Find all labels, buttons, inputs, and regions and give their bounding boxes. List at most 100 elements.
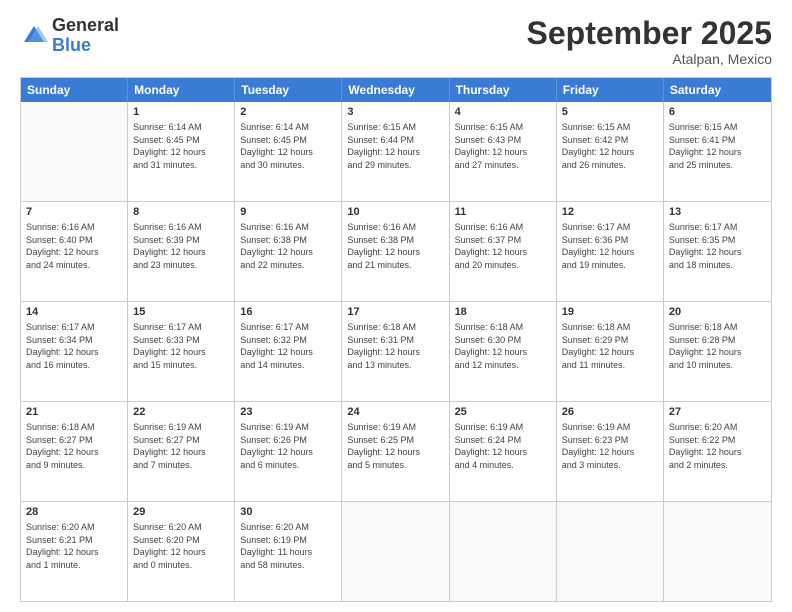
calendar-cell: 9Sunrise: 6:16 AM Sunset: 6:38 PM Daylig… xyxy=(235,202,342,301)
day-info: Sunrise: 6:19 AM Sunset: 6:23 PM Dayligh… xyxy=(562,421,658,471)
calendar-row-3: 21Sunrise: 6:18 AM Sunset: 6:27 PM Dayli… xyxy=(21,402,771,502)
calendar-cell xyxy=(342,502,449,601)
calendar-cell: 17Sunrise: 6:18 AM Sunset: 6:31 PM Dayli… xyxy=(342,302,449,401)
day-info: Sunrise: 6:18 AM Sunset: 6:27 PM Dayligh… xyxy=(26,421,122,471)
calendar-cell: 27Sunrise: 6:20 AM Sunset: 6:22 PM Dayli… xyxy=(664,402,771,501)
day-info: Sunrise: 6:20 AM Sunset: 6:20 PM Dayligh… xyxy=(133,521,229,571)
day-number: 11 xyxy=(455,205,551,220)
calendar: SundayMondayTuesdayWednesdayThursdayFrid… xyxy=(20,77,772,602)
calendar-cell: 18Sunrise: 6:18 AM Sunset: 6:30 PM Dayli… xyxy=(450,302,557,401)
day-number: 22 xyxy=(133,405,229,420)
calendar-cell xyxy=(664,502,771,601)
day-info: Sunrise: 6:18 AM Sunset: 6:29 PM Dayligh… xyxy=(562,321,658,371)
day-number: 12 xyxy=(562,205,658,220)
day-number: 15 xyxy=(133,305,229,320)
header-day-friday: Friday xyxy=(557,78,664,102)
logo-icon xyxy=(20,22,48,50)
logo-blue: Blue xyxy=(52,36,119,56)
logo: General Blue xyxy=(20,16,119,56)
day-number: 19 xyxy=(562,305,658,320)
header-day-monday: Monday xyxy=(128,78,235,102)
calendar-row-1: 7Sunrise: 6:16 AM Sunset: 6:40 PM Daylig… xyxy=(21,202,771,302)
day-number: 20 xyxy=(669,305,766,320)
calendar-cell: 13Sunrise: 6:17 AM Sunset: 6:35 PM Dayli… xyxy=(664,202,771,301)
day-number: 23 xyxy=(240,405,336,420)
day-number: 7 xyxy=(26,205,122,220)
day-info: Sunrise: 6:16 AM Sunset: 6:38 PM Dayligh… xyxy=(240,221,336,271)
day-number: 4 xyxy=(455,105,551,120)
day-info: Sunrise: 6:19 AM Sunset: 6:26 PM Dayligh… xyxy=(240,421,336,471)
day-info: Sunrise: 6:16 AM Sunset: 6:39 PM Dayligh… xyxy=(133,221,229,271)
calendar-cell: 15Sunrise: 6:17 AM Sunset: 6:33 PM Dayli… xyxy=(128,302,235,401)
day-number: 18 xyxy=(455,305,551,320)
title-block: September 2025 Atalpan, Mexico xyxy=(527,16,772,67)
calendar-header: SundayMondayTuesdayWednesdayThursdayFrid… xyxy=(21,78,771,102)
calendar-cell: 20Sunrise: 6:18 AM Sunset: 6:28 PM Dayli… xyxy=(664,302,771,401)
calendar-row-2: 14Sunrise: 6:17 AM Sunset: 6:34 PM Dayli… xyxy=(21,302,771,402)
calendar-row-4: 28Sunrise: 6:20 AM Sunset: 6:21 PM Dayli… xyxy=(21,502,771,601)
day-info: Sunrise: 6:17 AM Sunset: 6:33 PM Dayligh… xyxy=(133,321,229,371)
calendar-cell: 8Sunrise: 6:16 AM Sunset: 6:39 PM Daylig… xyxy=(128,202,235,301)
calendar-cell: 28Sunrise: 6:20 AM Sunset: 6:21 PM Dayli… xyxy=(21,502,128,601)
calendar-cell: 11Sunrise: 6:16 AM Sunset: 6:37 PM Dayli… xyxy=(450,202,557,301)
day-info: Sunrise: 6:17 AM Sunset: 6:35 PM Dayligh… xyxy=(669,221,766,271)
calendar-cell: 21Sunrise: 6:18 AM Sunset: 6:27 PM Dayli… xyxy=(21,402,128,501)
logo-text: General Blue xyxy=(52,16,119,56)
calendar-cell: 23Sunrise: 6:19 AM Sunset: 6:26 PM Dayli… xyxy=(235,402,342,501)
day-info: Sunrise: 6:18 AM Sunset: 6:30 PM Dayligh… xyxy=(455,321,551,371)
day-number: 13 xyxy=(669,205,766,220)
header: General Blue September 2025 Atalpan, Mex… xyxy=(20,16,772,67)
day-info: Sunrise: 6:18 AM Sunset: 6:31 PM Dayligh… xyxy=(347,321,443,371)
day-number: 17 xyxy=(347,305,443,320)
day-number: 25 xyxy=(455,405,551,420)
day-info: Sunrise: 6:14 AM Sunset: 6:45 PM Dayligh… xyxy=(133,121,229,171)
day-number: 26 xyxy=(562,405,658,420)
calendar-cell: 14Sunrise: 6:17 AM Sunset: 6:34 PM Dayli… xyxy=(21,302,128,401)
calendar-cell: 26Sunrise: 6:19 AM Sunset: 6:23 PM Dayli… xyxy=(557,402,664,501)
day-number: 29 xyxy=(133,505,229,520)
day-info: Sunrise: 6:15 AM Sunset: 6:41 PM Dayligh… xyxy=(669,121,766,171)
day-info: Sunrise: 6:20 AM Sunset: 6:19 PM Dayligh… xyxy=(240,521,336,571)
day-info: Sunrise: 6:17 AM Sunset: 6:34 PM Dayligh… xyxy=(26,321,122,371)
calendar-cell: 16Sunrise: 6:17 AM Sunset: 6:32 PM Dayli… xyxy=(235,302,342,401)
calendar-cell: 2Sunrise: 6:14 AM Sunset: 6:45 PM Daylig… xyxy=(235,102,342,201)
day-number: 3 xyxy=(347,105,443,120)
calendar-cell: 4Sunrise: 6:15 AM Sunset: 6:43 PM Daylig… xyxy=(450,102,557,201)
day-number: 14 xyxy=(26,305,122,320)
day-number: 30 xyxy=(240,505,336,520)
calendar-cell: 25Sunrise: 6:19 AM Sunset: 6:24 PM Dayli… xyxy=(450,402,557,501)
day-info: Sunrise: 6:17 AM Sunset: 6:32 PM Dayligh… xyxy=(240,321,336,371)
calendar-cell: 19Sunrise: 6:18 AM Sunset: 6:29 PM Dayli… xyxy=(557,302,664,401)
calendar-cell: 7Sunrise: 6:16 AM Sunset: 6:40 PM Daylig… xyxy=(21,202,128,301)
header-day-wednesday: Wednesday xyxy=(342,78,449,102)
day-info: Sunrise: 6:15 AM Sunset: 6:42 PM Dayligh… xyxy=(562,121,658,171)
day-number: 28 xyxy=(26,505,122,520)
day-info: Sunrise: 6:16 AM Sunset: 6:37 PM Dayligh… xyxy=(455,221,551,271)
day-info: Sunrise: 6:20 AM Sunset: 6:22 PM Dayligh… xyxy=(669,421,766,471)
calendar-cell: 12Sunrise: 6:17 AM Sunset: 6:36 PM Dayli… xyxy=(557,202,664,301)
calendar-body: 1Sunrise: 6:14 AM Sunset: 6:45 PM Daylig… xyxy=(21,102,771,601)
logo-general: General xyxy=(52,16,119,36)
calendar-cell: 10Sunrise: 6:16 AM Sunset: 6:38 PM Dayli… xyxy=(342,202,449,301)
day-info: Sunrise: 6:16 AM Sunset: 6:40 PM Dayligh… xyxy=(26,221,122,271)
calendar-cell: 22Sunrise: 6:19 AM Sunset: 6:27 PM Dayli… xyxy=(128,402,235,501)
day-info: Sunrise: 6:20 AM Sunset: 6:21 PM Dayligh… xyxy=(26,521,122,571)
header-day-sunday: Sunday xyxy=(21,78,128,102)
calendar-cell xyxy=(557,502,664,601)
calendar-cell: 30Sunrise: 6:20 AM Sunset: 6:19 PM Dayli… xyxy=(235,502,342,601)
page: General Blue September 2025 Atalpan, Mex… xyxy=(0,0,792,612)
day-number: 6 xyxy=(669,105,766,120)
day-info: Sunrise: 6:15 AM Sunset: 6:44 PM Dayligh… xyxy=(347,121,443,171)
day-number: 1 xyxy=(133,105,229,120)
calendar-cell: 29Sunrise: 6:20 AM Sunset: 6:20 PM Dayli… xyxy=(128,502,235,601)
day-number: 10 xyxy=(347,205,443,220)
location-subtitle: Atalpan, Mexico xyxy=(527,51,772,67)
header-day-saturday: Saturday xyxy=(664,78,771,102)
day-number: 27 xyxy=(669,405,766,420)
calendar-cell xyxy=(21,102,128,201)
calendar-cell: 6Sunrise: 6:15 AM Sunset: 6:41 PM Daylig… xyxy=(664,102,771,201)
calendar-cell: 3Sunrise: 6:15 AM Sunset: 6:44 PM Daylig… xyxy=(342,102,449,201)
header-day-thursday: Thursday xyxy=(450,78,557,102)
day-info: Sunrise: 6:18 AM Sunset: 6:28 PM Dayligh… xyxy=(669,321,766,371)
day-info: Sunrise: 6:16 AM Sunset: 6:38 PM Dayligh… xyxy=(347,221,443,271)
